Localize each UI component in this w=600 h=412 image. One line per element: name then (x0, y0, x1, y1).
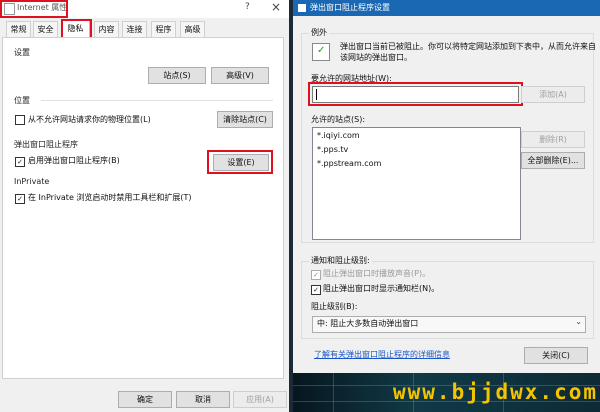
inprivate-checkbox[interactable]: ✓ (15, 194, 25, 204)
close-icon[interactable]: × (271, 0, 281, 14)
ok-button[interactable]: 确定 (118, 391, 172, 408)
title-highlight (0, 0, 68, 18)
exceptions-description-line2: 该网站的弹出窗口。 (340, 53, 412, 62)
tab-programs[interactable]: 程序 (151, 21, 176, 37)
block-level-select[interactable]: 中: 阻止大多数自动弹出窗口 ⌄ (312, 316, 586, 333)
popup-blocker-checkbox-label: 启用弹出窗口阻止程序(B) (28, 156, 120, 165)
title-bar: 弹出窗口阻止程序设置 (293, 0, 600, 16)
show-bar-label: 阻止弹出窗口时显示通知栏(N)。 (323, 284, 440, 293)
exceptions-description-line1: 弹出窗口当前已被阻止。你可以将特定网站添加到下表中，从而允许来自 (340, 42, 596, 51)
remove-all-button[interactable]: 全部删除(E)... (521, 152, 585, 169)
block-level-label: 阻止级别(B): (311, 302, 358, 311)
inprivate-checkbox-label: 在 InPrivate 浏览启动时禁用工具栏和扩展(T) (28, 193, 192, 202)
learn-more-link[interactable]: 了解有关弹出窗口阻止程序的详细信息 (314, 350, 450, 360)
help-icon[interactable]: ? (245, 2, 250, 12)
exceptions-header: 例外 (309, 28, 329, 38)
popup-blocker-settings-dialog: 弹出窗口阻止程序设置 例外 ✓ 弹出窗口当前已被阻止。你可以将特定网站添加到下表… (293, 0, 600, 373)
ie-app-icon (298, 4, 306, 12)
window-title: 弹出窗口阻止程序设置 (310, 3, 390, 12)
advanced-button[interactable]: 高级(V) (211, 67, 269, 84)
popup-blocker-header: 弹出窗口阻止程序 (14, 140, 78, 149)
list-item[interactable]: *.pps.tv (317, 145, 348, 155)
allowed-sites-list[interactable]: *.iqiyi.com *.pps.tv *.ppstream.com (312, 127, 521, 240)
decor-line (333, 373, 334, 412)
play-sound-label: 阻止弹出窗口时播放声音(P)。 (323, 269, 431, 278)
privacy-tab-highlight (61, 19, 92, 39)
list-item[interactable]: *.ppstream.com (317, 159, 381, 169)
settings-header: 设置 (14, 48, 30, 57)
apply-button[interactable]: 应用(A) (233, 391, 287, 408)
tab-advanced[interactable]: 高级 (180, 21, 205, 37)
allowed-sites-label: 允许的站点(S): (311, 115, 366, 124)
clear-sites-button[interactable]: 清除站点(C) (217, 111, 273, 128)
tab-content[interactable]: 内容 (94, 21, 119, 37)
privacy-panel: 设置 站点(S) 高级(V) 位置 从不允许网站请求你的物理位置(L) 清除站点… (2, 37, 284, 379)
location-checkbox-label: 从不允许网站请求你的物理位置(L) (28, 115, 151, 124)
add-button[interactable]: 添加(A) (521, 86, 585, 103)
watermark-band: www.bjjdwx.com (293, 373, 600, 412)
location-checkbox[interactable] (15, 115, 25, 125)
chevron-down-icon: ⌄ (575, 317, 582, 326)
list-item[interactable]: *.iqiyi.com (317, 131, 360, 141)
play-sound-checkbox[interactable]: ✓ (311, 270, 321, 280)
remove-button[interactable]: 删除(R) (521, 131, 585, 148)
tab-general[interactable]: 常规 (6, 21, 31, 37)
location-divider (41, 100, 273, 101)
address-input-highlight (308, 82, 523, 106)
tab-security[interactable]: 安全 (33, 21, 58, 37)
tab-strip: 常规 安全 隐私 内容 连接 程序 高级 (2, 19, 282, 38)
inprivate-header: InPrivate (14, 177, 50, 186)
popup-blocker-checkbox[interactable]: ✓ (15, 157, 25, 167)
popup-settings-highlight (207, 150, 273, 174)
show-bar-checkbox[interactable]: ✓ (311, 285, 321, 295)
sites-button[interactable]: 站点(S) (148, 67, 206, 84)
info-icon: ✓ (312, 43, 330, 61)
internet-properties-dialog: Internet 属性 ? × 常规 安全 隐私 内容 连接 程序 高级 设置 … (0, 0, 289, 412)
cancel-button[interactable]: 取消 (176, 391, 230, 408)
block-level-value: 中: 阻止大多数自动弹出窗口 (317, 319, 419, 328)
notify-header: 通知和阻止级别: (309, 256, 372, 266)
tab-connections[interactable]: 连接 (122, 21, 147, 37)
location-header: 位置 (14, 96, 30, 105)
watermark-text: www.bjjdwx.com (393, 380, 599, 404)
close-button[interactable]: 关闭(C) (524, 347, 588, 364)
